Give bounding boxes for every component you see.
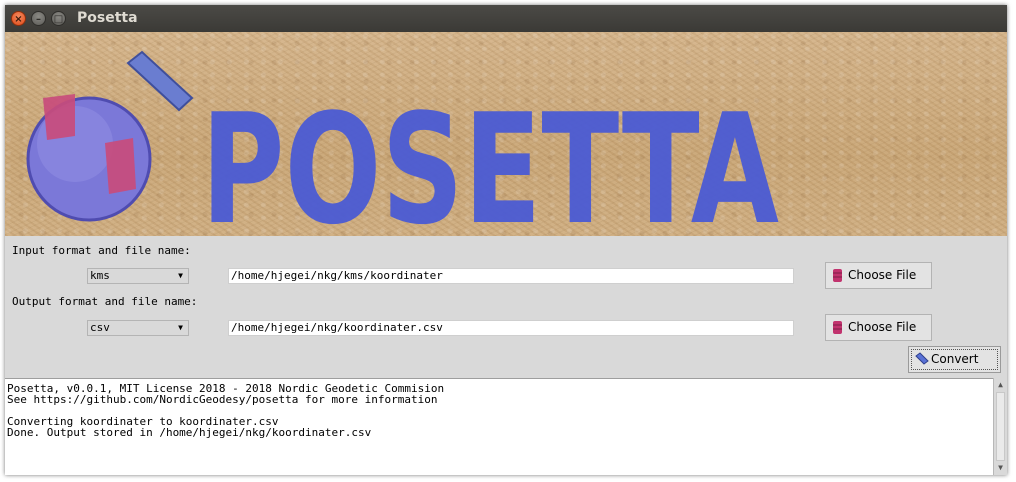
input-path-field[interactable]: /home/hjegei/nkg/kms/koordinater: [228, 268, 794, 284]
title-bar: × – □ Posetta: [5, 5, 1007, 32]
input-format-select[interactable]: kms ▼: [87, 268, 189, 284]
output-format-value: csv: [90, 321, 110, 334]
input-choose-file-button[interactable]: Choose File: [825, 262, 932, 289]
convert-icon: [915, 352, 929, 365]
scroll-down-icon[interactable]: ▼: [995, 462, 1006, 474]
log-line: Done. Output stored in /home/hjegei/nkg/…: [7, 426, 372, 439]
chevron-down-icon: ▼: [178, 271, 183, 280]
input-section-label: Input format and file name:: [12, 244, 191, 257]
log-output[interactable]: Posetta, v0.0.1, MIT License 2018 - 2018…: [5, 378, 993, 475]
choose-file-label: Choose File: [848, 320, 917, 334]
choose-file-label: Choose File: [848, 268, 917, 282]
output-choose-file-button[interactable]: Choose File: [825, 314, 932, 341]
logo-wordmark: POSETTA: [201, 81, 779, 236]
app-window: × – □ Posetta POSETTA Input format and f…: [5, 5, 1007, 475]
chevron-down-icon: ▼: [178, 323, 183, 332]
output-section-label: Output format and file name:: [12, 295, 198, 308]
convert-button[interactable]: Convert: [908, 346, 1001, 373]
window-title: Posetta: [77, 10, 138, 26]
log-scrollbar[interactable]: ▲ ▼: [993, 378, 1007, 475]
convert-label: Convert: [931, 352, 979, 366]
input-format-value: kms: [90, 269, 110, 282]
close-window-button[interactable]: ×: [11, 11, 26, 26]
log-line: See https://github.com/NordicGeodesy/pos…: [7, 393, 438, 406]
logo-banner: POSETTA: [5, 32, 1007, 258]
maximize-window-button[interactable]: □: [51, 11, 66, 26]
posetta-logo: POSETTA: [26, 50, 779, 258]
file-stack-icon: [833, 321, 842, 334]
output-path-field[interactable]: /home/hjegei/nkg/koordinater.csv: [228, 320, 794, 336]
scroll-track[interactable]: [996, 392, 1005, 461]
output-format-select[interactable]: csv ▼: [87, 320, 189, 336]
scroll-up-icon[interactable]: ▲: [995, 379, 1006, 391]
minimize-window-button[interactable]: –: [31, 11, 46, 26]
file-stack-icon: [833, 269, 842, 282]
